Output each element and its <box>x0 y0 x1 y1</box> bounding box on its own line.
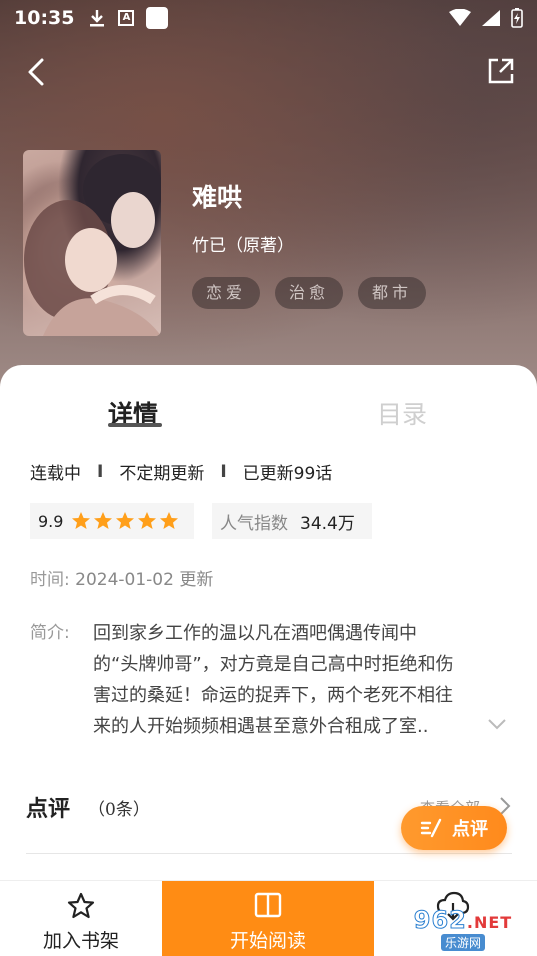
time-label: 时间: <box>30 570 70 590</box>
star-icon <box>94 512 113 529</box>
popularity-label: 人气指数 <box>220 513 288 534</box>
star-outline-icon <box>67 892 95 919</box>
update-time: 时间: 2024-01-02 更新 <box>30 565 213 590</box>
cover-illustration <box>24 154 161 336</box>
tag-urban[interactable]: 都市 <box>358 277 426 309</box>
intro-text[interactable]: 回到家乡工作的温以凡在酒吧偶遇传闻中 的“头牌帅哥”，对方竟是自己高中时拒绝和伤… <box>93 618 513 742</box>
tag-romance[interactable]: 恋爱 <box>192 277 260 309</box>
intro-label: 简介: <box>30 623 70 643</box>
start-reading-button[interactable]: 开始阅读 <box>162 881 374 956</box>
watermark-suffix: .NET <box>466 912 513 932</box>
square-icon <box>146 7 169 29</box>
popularity-box: 人气指数 34.4万 <box>212 503 372 539</box>
star-rating <box>71 511 179 531</box>
active-tab-indicator <box>108 423 162 427</box>
intro-line: 回到家乡工作的温以凡在酒吧偶遇传闻中 <box>93 623 417 644</box>
write-review-label: 点评 <box>452 819 488 840</box>
signal-icon <box>482 10 500 26</box>
a-box-icon: A <box>118 10 135 26</box>
start-reading-label: 开始阅读 <box>229 930 306 952</box>
battery-charging-icon <box>511 8 523 28</box>
update-schedule: 不定期更新 <box>119 464 205 484</box>
edit-icon <box>420 818 442 838</box>
star-icon <box>116 512 135 529</box>
expand-chevron-icon[interactable] <box>486 717 508 731</box>
status-time: 10:35 <box>14 7 75 29</box>
popularity-value: 34.4万 <box>300 513 355 534</box>
download-icon <box>90 10 105 27</box>
watermark-number: 962 <box>413 905 467 934</box>
review-count: （0条） <box>88 800 150 820</box>
divider <box>26 853 512 854</box>
review-title: 点评 <box>26 796 71 822</box>
star-icon <box>160 512 179 529</box>
book-author: 竹已（原著） <box>192 236 294 256</box>
tag-healing[interactable]: 治愈 <box>275 277 343 309</box>
tab-toc[interactable]: 目录 <box>377 395 427 431</box>
add-to-shelf-button[interactable]: 加入书架 <box>0 881 162 956</box>
separator: I <box>220 461 227 482</box>
tag-list: 恋爱 治愈 都市 <box>192 277 426 309</box>
rating-box: 9.9 <box>30 503 194 539</box>
book-cover <box>23 150 161 336</box>
back-button[interactable] <box>22 56 52 88</box>
write-review-button[interactable]: 点评 <box>401 806 507 850</box>
star-icon <box>138 512 157 529</box>
updated-count: 已更新99话 <box>242 464 333 484</box>
intro-line: 来的人开始频频相遇甚至意外合租成了室.. <box>93 716 429 737</box>
book-open-icon <box>254 892 282 918</box>
watermark-sub: 乐游网 <box>440 933 485 951</box>
detail-card: 详情 目录 连载中 I 不定期更新 I 已更新99话 9.9 人气指数 34.4… <box>0 365 537 956</box>
serial-status: 连载中 <box>30 464 81 484</box>
site-watermark: 962.NET 乐游网 <box>398 905 528 951</box>
add-to-shelf-label: 加入书架 <box>42 930 119 952</box>
intro-line: 的“头牌帅哥”，对方竟是自己高中时拒绝和伤 <box>93 654 454 675</box>
time-value: 2024-01-02 更新 <box>75 570 214 590</box>
book-title: 难哄 <box>192 183 243 212</box>
separator: I <box>97 461 104 482</box>
status-bar: 10:35 A <box>0 0 537 36</box>
rating-score: 9.9 <box>38 511 64 531</box>
star-icon <box>72 512 91 529</box>
share-button[interactable] <box>486 56 516 86</box>
intro-line: 害过的桑延！命运的捉弄下，两个老死不相往 <box>93 685 453 706</box>
serial-status-line: 连载中 I 不定期更新 I 已更新99话 <box>30 459 333 485</box>
wifi-icon <box>449 9 471 26</box>
